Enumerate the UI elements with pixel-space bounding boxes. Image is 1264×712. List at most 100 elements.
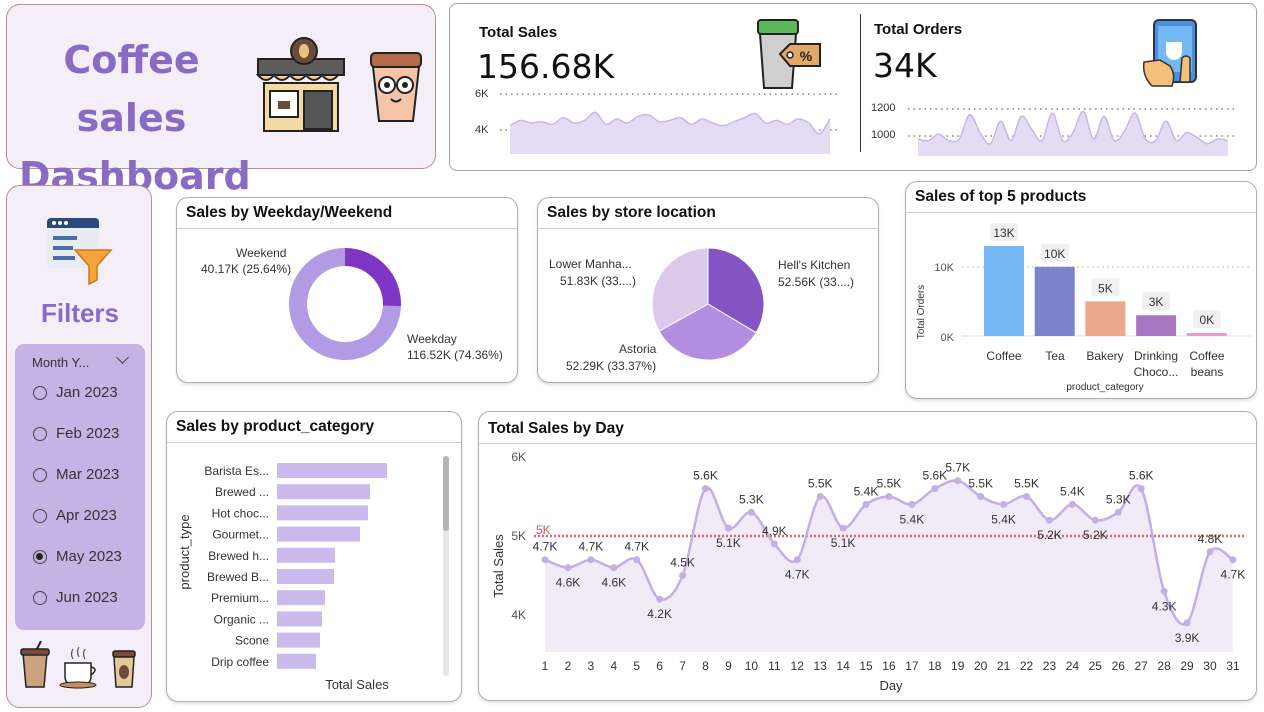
data-label: 5.6K [922,469,947,483]
total-sales-sparkline [500,93,840,154]
x-tick-label: 28 [1157,659,1171,673]
bar [1186,333,1227,336]
data-point [839,524,847,532]
data-point [1068,500,1076,508]
sales-by-day-card: Total Sales by Day Total Sales 6K 5K 4K … [478,411,1257,701]
x-tick-label: Choco... [1134,365,1179,379]
data-point [770,540,778,548]
bar [277,632,320,648]
mobile-order-icon [1142,19,1197,87]
x-tick-label: 6 [656,659,663,673]
data-point [1045,516,1053,524]
category-label: Brewed ... [215,485,269,499]
total-sales-axis-lo: 4K [475,124,489,136]
weekend-name: Weekend [236,246,287,260]
data-point [633,556,641,564]
data-label: 4.7K [533,540,558,554]
radio-icon[interactable] [33,590,47,605]
data-label: 0K [1199,313,1214,327]
coffee-drinks-icon [20,641,136,689]
weekday-weekend-donut [289,248,401,360]
category-label: Brewed h... [208,549,269,563]
x-tick-label: 11 [768,659,781,673]
data-label: 5.7K [945,461,970,475]
slicer-option-mar-2023[interactable]: Mar 2023 [33,466,119,483]
data-point [793,556,801,564]
data-label: 4.9K [762,524,787,538]
slicer-option-jan-2023[interactable]: Jan 2023 [33,384,118,401]
x-tick-label: Drinking [1134,349,1178,363]
filters-panel: Filters Month Y... Jan 2023 Feb 2023 Mar… [6,185,152,708]
x-tick-label: 20 [974,659,988,673]
bar [277,463,387,478]
top-products-ylabel: Total Orders [916,285,927,339]
radio-selected-icon[interactable] [33,549,47,564]
radio-icon[interactable] [33,385,47,400]
x-tick-label: 23 [1043,659,1057,673]
slicer-header[interactable]: Month Y... [32,355,89,370]
x-tick-label: 8 [702,659,709,673]
chevron-down-icon[interactable] [116,351,129,364]
card-divider [177,228,517,229]
x-tick-label: 29 [1180,659,1194,673]
radio-icon[interactable] [33,508,47,523]
data-point [1091,516,1099,524]
slicer-option-feb-2023[interactable]: Feb 2023 [33,425,119,442]
total-orders-value: 34K [873,46,937,85]
slicer-option-jun-2023[interactable]: Jun 2023 [33,589,118,606]
category-label: Premium... [211,591,269,605]
data-point [1023,493,1031,500]
x-tick-label: 7 [679,659,686,673]
x-tick-label: 31 [1226,659,1240,673]
x-tick-label: 9 [725,659,732,673]
bar [1136,315,1177,336]
data-point [1206,548,1214,556]
x-tick-label: 25 [1089,659,1103,673]
total-sales-axis-hi: 6K [475,88,489,100]
radio-icon[interactable] [33,426,47,441]
top-products-xlabel: product_category [1066,382,1143,393]
top-products-card: Sales of top 5 products Total Orders 10K… [905,181,1257,399]
data-label: 5.5K [808,477,833,491]
x-tick-label: 18 [928,659,942,673]
x-tick-label: Bakery [1086,349,1123,363]
store-location-card: Sales by store location Lower Manha... 5… [537,197,879,383]
data-point [541,556,549,564]
data-label: 5K [1098,281,1113,295]
slicer-option-may-2023[interactable]: May 2023 [33,548,122,565]
data-label: 5.5K [877,477,902,491]
data-point [679,572,687,579]
radio-icon[interactable] [33,467,47,482]
data-label: 4.2K [647,607,672,621]
donut-slice-weekend [345,248,401,307]
data-point [610,564,618,572]
data-point [977,493,985,500]
bar [277,526,360,542]
option-label: Apr 2023 [56,507,117,524]
total-orders-axis-lo: 1000 [871,129,896,141]
weekday-value: 116.52K (74.36%) [407,348,503,362]
x-tick-label: 13 [813,659,827,673]
data-point [702,485,710,493]
category-label: Brewed B... [207,570,269,584]
data-label: 5.3K [739,492,764,506]
data-point [954,477,962,485]
option-label: May 2023 [56,548,122,565]
data-point [908,500,916,508]
slicer-option-apr-2023[interactable]: Apr 2023 [33,507,117,524]
bar [1034,266,1075,336]
x-tick-label: 22 [1020,659,1034,673]
bar [277,653,316,669]
coffee-shop-icon [255,37,345,132]
scrollbar-thumb[interactable] [443,456,449,531]
x-tick-label: 10 [745,659,759,673]
y-tick: 4K [511,608,526,622]
bar [277,505,368,521]
data-point [587,556,595,564]
total-sales-title: Total Sales [479,24,558,41]
total-sales-value: 156.68K [477,47,615,86]
y-tick: 0K [941,332,955,344]
data-label: 5.4K [900,512,925,526]
weekday-weekend-title: Sales by Weekday/Weekend [186,204,393,221]
x-tick-label: 21 [997,659,1011,673]
